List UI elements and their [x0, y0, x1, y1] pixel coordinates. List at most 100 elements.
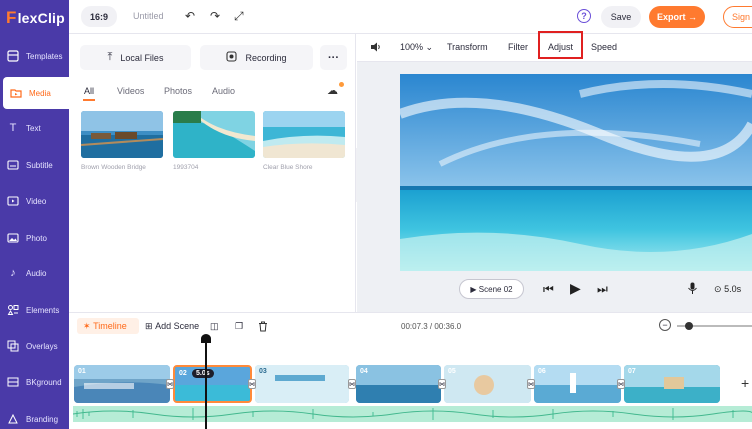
timeline-label: Timeline: [93, 321, 127, 331]
add-scene-button[interactable]: ⊞ Add Scene: [145, 318, 199, 334]
sidebar-item-overlays[interactable]: Overlays: [0, 330, 69, 362]
transition-icon[interactable]: ⋈: [166, 379, 174, 389]
scene-label: Scene: [478, 284, 502, 294]
copy-icon[interactable]: ❐: [235, 318, 243, 334]
sidebar-item-label: Branding: [26, 414, 59, 424]
zoom-out-icon[interactable]: −: [659, 319, 671, 331]
tab-photos[interactable]: Photos: [164, 86, 192, 96]
aspect-ratio-button[interactable]: 16:9: [81, 6, 117, 27]
play-small-icon: ▶: [470, 284, 477, 294]
preview-video[interactable]: [400, 74, 752, 271]
transition-icon[interactable]: ⋈: [348, 379, 356, 389]
current-time: 00:07.3: [401, 322, 428, 331]
text-icon: T: [9, 122, 17, 134]
media-thumbnail[interactable]: [81, 111, 163, 158]
undo-icon[interactable]: ↶: [185, 9, 195, 23]
split-icon[interactable]: ◫: [210, 318, 219, 334]
top-bar: 16:9 Untitled ↶ ↷ ⤢ ? Save Export → Sign: [69, 0, 752, 34]
media-thumbnail[interactable]: [263, 111, 345, 158]
logo-f: F: [6, 8, 17, 27]
export-button[interactable]: Export →: [649, 6, 705, 28]
media-thumbnail[interactable]: [173, 111, 255, 158]
clock-icon: ⊙: [714, 284, 722, 294]
timeline-clip[interactable]: 06: [534, 365, 621, 403]
zoom-slider-knob[interactable]: [685, 322, 693, 330]
audio-icon: ♪: [10, 267, 16, 279]
flexclip-logo[interactable]: FlexClip: [0, 0, 69, 36]
chevron-down-icon: ⌄: [425, 42, 434, 52]
playhead[interactable]: [205, 337, 207, 429]
timeline-clip[interactable]: 07: [624, 365, 720, 403]
duration-display[interactable]: ⊙ 5.0s: [714, 284, 741, 295]
sign-in-button[interactable]: Sign: [723, 6, 752, 28]
more-options-button[interactable]: ···: [320, 45, 347, 70]
clip-number: 03: [259, 368, 267, 375]
recording-button[interactable]: Recording: [200, 45, 313, 70]
sidebar-item-text[interactable]: T Text: [0, 112, 69, 144]
clip-number: 02: [179, 370, 187, 377]
timeline-clip[interactable]: 01: [74, 365, 170, 403]
transform-button[interactable]: Transform: [447, 42, 488, 52]
adjust-highlight-box: [538, 31, 583, 59]
tab-audio[interactable]: Audio: [212, 86, 235, 96]
upload-icon: ⤒: [107, 51, 113, 63]
timecode: 00:07.3 / 00:36.0: [401, 322, 461, 331]
project-title[interactable]: Untitled: [133, 11, 164, 21]
clip-number: 06: [538, 368, 546, 375]
sidebar-item-label: Photo: [26, 233, 47, 243]
timeline-button[interactable]: ✶ Timeline: [77, 318, 139, 334]
sidebar-item-audio[interactable]: ♪ Audio: [0, 257, 69, 289]
fullscreen-icon[interactable]: ⤢: [234, 9, 244, 24]
timeline-toolbar: ✶ Timeline ⊞ Add Scene ◫ ❐ 00:07.3 / 00:…: [69, 312, 752, 337]
sidebar-item-subtitle[interactable]: Subtitle: [0, 149, 69, 181]
volume-icon[interactable]: [370, 41, 382, 55]
timeline-clip[interactable]: 03: [255, 365, 349, 403]
tab-all[interactable]: All: [84, 86, 94, 96]
filter-button[interactable]: Filter: [508, 42, 528, 52]
timeline-clip-selected[interactable]: 02 5.0s: [173, 365, 252, 403]
templates-icon: [7, 50, 19, 62]
sidebar-item-video[interactable]: Video: [0, 185, 69, 217]
transition-icon[interactable]: ⋈: [617, 379, 625, 389]
sidebar-item-background[interactable]: BKground: [0, 366, 69, 398]
media-panel: ⤒ Local Files Recording ··· All Videos P…: [69, 34, 356, 312]
microphone-icon[interactable]: [687, 282, 698, 298]
timeline-clip[interactable]: 04: [356, 365, 441, 403]
elements-icon: [7, 304, 19, 316]
clip-number: 01: [78, 368, 86, 375]
audio-track[interactable]: [73, 406, 752, 422]
edit-toolbar: 100% ⌄ Transform Filter Adjust Speed: [357, 31, 752, 62]
help-icon[interactable]: ?: [577, 9, 591, 23]
speed-button[interactable]: Speed: [591, 42, 617, 52]
sidebar-item-branding[interactable]: Branding: [0, 403, 69, 429]
add-clip-icon[interactable]: +: [741, 375, 749, 391]
scene-selector[interactable]: ▶ Scene 02: [459, 279, 524, 299]
local-files-button[interactable]: ⤒ Local Files: [80, 45, 191, 70]
timeline-clip[interactable]: 05: [444, 365, 531, 403]
cloud-off-icon[interactable]: ☁: [327, 84, 338, 97]
zoom-dropdown[interactable]: 100% ⌄: [400, 42, 433, 53]
sidebar-item-media[interactable]: Media: [3, 77, 69, 109]
transition-icon[interactable]: ⋈: [527, 379, 535, 389]
clip-duration-badge: 5.0s: [192, 369, 214, 378]
background-icon: [7, 376, 19, 388]
sidebar-item-elements[interactable]: Elements: [0, 294, 69, 326]
zoom-value: 100%: [400, 42, 424, 52]
local-files-label: Local Files: [120, 52, 164, 63]
skip-forward-icon[interactable]: ⏭: [597, 282, 608, 297]
sidebar-item-photo[interactable]: Photo: [0, 222, 69, 254]
clip-number: 07: [628, 368, 636, 375]
transition-icon[interactable]: ⋈: [248, 379, 256, 389]
notification-dot: [339, 82, 344, 87]
sidebar-item-templates[interactable]: Templates: [0, 40, 69, 72]
play-icon[interactable]: ▶: [570, 280, 581, 297]
tab-videos[interactable]: Videos: [117, 86, 144, 96]
delete-icon[interactable]: [258, 318, 268, 334]
save-button[interactable]: Save: [601, 6, 641, 28]
skip-back-icon[interactable]: ⏮: [543, 282, 554, 297]
media-caption: Clear Blue Shore: [263, 164, 313, 171]
transition-icon[interactable]: ⋈: [438, 379, 446, 389]
recording-label: Recording: [245, 52, 287, 63]
clip-number: 04: [360, 368, 368, 375]
redo-icon[interactable]: ↷: [210, 9, 220, 23]
